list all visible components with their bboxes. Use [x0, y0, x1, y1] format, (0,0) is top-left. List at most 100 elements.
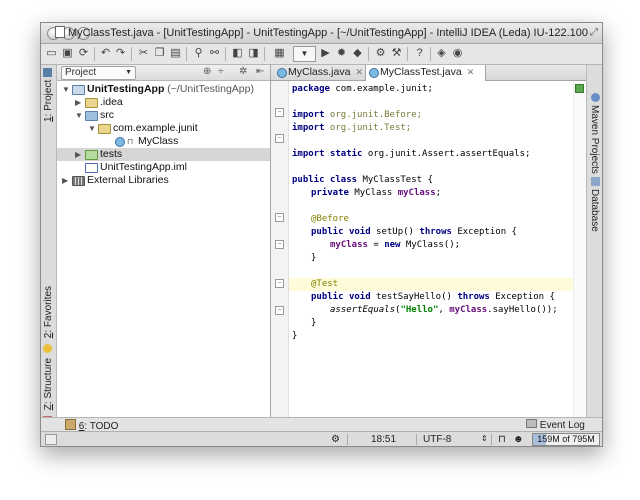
tree-item-iml[interactable]: UnitTestingApp.iml [57, 161, 270, 174]
back-icon[interactable]: ◧ [231, 47, 244, 60]
file-encoding[interactable]: UTF-8 [423, 434, 451, 445]
fold-marker-icon[interactable]: − [275, 240, 284, 249]
undo-icon[interactable]: ↶ [99, 47, 112, 60]
gear-icon[interactable]: ✲ [239, 66, 247, 77]
tab-structure-label: : Structure [43, 357, 54, 405]
run-configuration-dropdown[interactable]: ▼ [293, 46, 316, 62]
code-line-3: import org.junit.Before; [292, 110, 423, 120]
fold-marker-icon[interactable]: − [275, 213, 284, 222]
caret-position[interactable]: 18:51 [371, 434, 396, 445]
tree-item-external-libraries[interactable]: ▶ External Libraries [57, 174, 270, 187]
close-icon[interactable]: ✕ [467, 67, 475, 77]
toolbar-divider [94, 47, 95, 61]
close-icon[interactable]: ✕ [355, 67, 363, 77]
window-title-container: MyClassTest.java - [UnitTestingApp] - Un… [41, 26, 602, 39]
tree-item-src[interactable]: ▼ src [57, 109, 270, 122]
database-console-icon[interactable]: ◈ [435, 47, 448, 60]
code-line-13: myClass = new MyClass(); [330, 240, 461, 250]
tab-favorites[interactable]: 2: Favorites [43, 286, 54, 353]
background-tasks-icon[interactable]: ⚙ [331, 434, 340, 445]
event-log-icon [526, 419, 537, 428]
synchronize-icon[interactable]: ⟳ [77, 47, 90, 60]
collapsed-arrow-icon[interactable]: ▶ [75, 148, 81, 161]
bottom-tool-bar: 6: TODO Event Log [41, 417, 602, 432]
title-bar: MyClassTest.java - [UnitTestingApp] - Un… [41, 23, 602, 44]
tree-item-label: src [100, 109, 114, 121]
forward-icon[interactable]: ◨ [247, 47, 260, 60]
tab-project[interactable]: 1: Project [43, 65, 54, 122]
scroll-from-source-icon[interactable]: ⊕ [203, 66, 211, 77]
tool-windows-toggle-icon[interactable] [45, 434, 57, 445]
tree-item-unittestingapp[interactable]: ▼ UnitTestingApp (~/UnitTestingApp) [57, 83, 270, 96]
tree-item-label: tests [100, 148, 123, 160]
settings-icon[interactable]: ⚙ [374, 47, 387, 60]
class-icon [115, 137, 125, 147]
redo-icon[interactable]: ↷ [114, 47, 127, 60]
hide-panel-icon[interactable]: ⇤ [256, 66, 264, 77]
tab-event-log[interactable]: Event Log [526, 419, 585, 431]
open-folder-icon[interactable]: ▭ [45, 47, 58, 60]
tab-myclasstest-java[interactable]: MyClassTest.java ✕ [365, 65, 486, 81]
code-editor[interactable]: package com.example.junit; import org.ju… [292, 81, 572, 417]
editor-scrollbar[interactable] [573, 81, 586, 417]
ide-window: MyClassTest.java - [UnitTestingApp] - Un… [40, 22, 603, 447]
code-line-14: } [311, 253, 317, 263]
expanded-arrow-icon[interactable]: ▼ [62, 83, 70, 96]
tab-maven-label: Maven Projects [589, 105, 600, 174]
inspection-ok-icon[interactable] [575, 84, 584, 93]
tab-structure[interactable]: Z: Structure [43, 358, 54, 425]
fold-marker-icon[interactable]: − [275, 108, 284, 117]
tab-project-label: : Project [43, 79, 54, 117]
toolbar-divider [264, 47, 265, 61]
tree-item-myclass[interactable]: ⊓ MyClass [57, 135, 270, 148]
paste-icon[interactable]: ▤ [169, 47, 182, 60]
find-icon[interactable]: ⚲ [192, 47, 205, 60]
copy-icon[interactable]: ❐ [153, 47, 166, 60]
libraries-icon [72, 176, 85, 186]
toolbar-divider [407, 47, 408, 61]
fullscreen-icon[interactable]: ⤢ [590, 27, 598, 38]
collapse-all-icon[interactable]: ÷ [218, 66, 224, 77]
collapsed-arrow-icon[interactable]: ▶ [62, 174, 68, 187]
tab-database[interactable]: Database [589, 177, 600, 232]
tree-item-tests[interactable]: ▶ tests [57, 148, 270, 161]
expanded-arrow-icon[interactable]: ▼ [88, 122, 96, 135]
encoding-chevron-icon: ⇕ [481, 434, 488, 443]
event-log-label: Event Log [539, 420, 585, 431]
coverage-icon[interactable]: ◆ [351, 47, 364, 60]
tree-item-label: com.example.junit [113, 122, 198, 134]
project-view-selector[interactable]: Project ▼ [61, 66, 136, 80]
expanded-arrow-icon[interactable]: ▼ [75, 109, 83, 122]
tree-item-idea[interactable]: ▶ .idea [57, 96, 270, 109]
toolbar-divider [131, 47, 132, 61]
code-line-16: @Test [311, 279, 339, 289]
run-icon[interactable]: ▶ [319, 47, 332, 60]
readonly-lock-icon[interactable]: ⊓ [498, 434, 506, 445]
memory-indicator[interactable]: 159M of 795M [532, 433, 600, 446]
lock-icon: ⊓ [127, 137, 134, 146]
cut-icon[interactable]: ✂ [137, 47, 150, 60]
project-icon [43, 67, 52, 77]
fold-marker-icon[interactable]: − [275, 279, 284, 288]
task-icon[interactable]: ◉ [451, 47, 464, 60]
project-panel: Project ▼ ⊕ ÷ ✲ ⇤ ▼ UnitTestingApp (~/Un… [57, 65, 271, 417]
collapsed-arrow-icon[interactable]: ▶ [75, 96, 81, 109]
inspector-icon[interactable]: ☻ [513, 434, 524, 445]
main-toolbar: ▭ ▣ ⟳ ↶ ↷ ✂ ❐ ▤ ⚲ ⚯ ◧ ◨ ▦ ▼ ▶ ✹ ◆ ⚙ ⚒ ? … [41, 44, 602, 65]
tab-myclass-java[interactable]: MyClass.java ✕ [274, 65, 376, 80]
tab-database-label: Database [589, 189, 600, 232]
tab-maven-projects[interactable]: Maven Projects [589, 93, 600, 174]
right-tool-window-strip: Maven Projects Database [586, 65, 602, 417]
fold-marker-icon[interactable]: − [275, 134, 284, 143]
toolbar-divider [225, 47, 226, 61]
project-structure-icon[interactable]: ⚒ [390, 47, 403, 60]
code-line-18: assertEquals("Hello", myClass.sayHello()… [330, 305, 558, 315]
help-icon[interactable]: ? [413, 47, 426, 60]
tree-item-com-example-junit[interactable]: ▼ com.example.junit [57, 122, 270, 135]
fold-marker-icon[interactable]: − [275, 306, 284, 315]
tree-item-label: UnitTestingApp.iml [100, 161, 187, 173]
replace-icon[interactable]: ⚯ [208, 47, 221, 60]
save-all-icon[interactable]: ▣ [61, 47, 74, 60]
make-project-icon[interactable]: ▦ [273, 47, 286, 60]
debug-icon[interactable]: ✹ [335, 47, 348, 60]
